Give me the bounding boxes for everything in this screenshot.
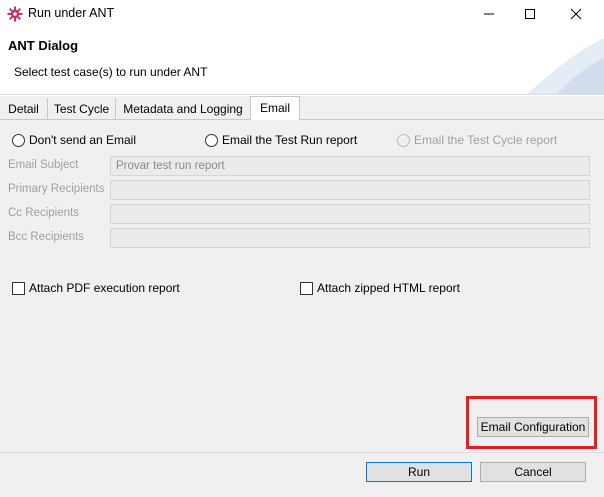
radio-label: Email the Test Cycle report xyxy=(414,133,558,147)
tab-test-cycle[interactable]: Test Cycle xyxy=(48,98,116,120)
dialog-header: ANT Dialog Select test case(s) to run un… xyxy=(0,28,604,95)
banner-decoration xyxy=(527,37,604,94)
tab-metadata-logging[interactable]: Metadata and Logging xyxy=(116,98,250,120)
radio-label: Don't send an Email xyxy=(29,133,137,147)
radio-button[interactable] xyxy=(12,133,25,147)
cc-recipients-label: Cc Recipients xyxy=(8,207,79,219)
run-button[interactable]: Run xyxy=(366,462,472,482)
attach-pdf-option[interactable]: Attach PDF execution report xyxy=(12,280,180,296)
tab-label: Email xyxy=(259,101,290,115)
minimize-button[interactable] xyxy=(466,0,512,28)
cc-recipients-field xyxy=(110,204,590,224)
window-title: Run under ANT xyxy=(28,6,115,20)
primary-recipients-field xyxy=(110,180,590,200)
title-bar: Run under ANT xyxy=(0,0,604,28)
radio-test-cycle-report: Email the Test Cycle report xyxy=(397,132,557,148)
maximize-button[interactable] xyxy=(507,0,553,28)
tab-detail[interactable]: Detail xyxy=(0,98,48,120)
tab-label: Test Cycle xyxy=(53,102,110,116)
attach-pdf-checkbox[interactable] xyxy=(12,281,25,295)
cancel-button[interactable]: Cancel xyxy=(480,462,586,482)
email-subject-field: Provar test run report xyxy=(110,156,590,176)
minimize-icon xyxy=(484,13,494,15)
gear-icon xyxy=(7,6,23,22)
bcc-recipients-field xyxy=(110,228,590,248)
close-icon xyxy=(570,8,582,20)
attach-html-label: Attach zipped HTML report xyxy=(317,281,460,295)
tab-label: Detail xyxy=(8,102,39,116)
radio-dont-send[interactable]: Don't send an Email xyxy=(12,132,136,148)
attach-html-option[interactable]: Attach zipped HTML report xyxy=(300,280,460,296)
email-subject-label: Email Subject xyxy=(8,159,79,171)
bcc-recipients-label: Bcc Recipients xyxy=(8,231,85,243)
radio-button xyxy=(397,133,410,147)
highlight-annotation xyxy=(466,396,597,449)
attach-pdf-label: Attach PDF execution report xyxy=(29,281,180,295)
radio-button[interactable] xyxy=(205,133,218,147)
dialog-title: ANT Dialog xyxy=(8,38,79,53)
tab-email[interactable]: Email xyxy=(250,96,300,121)
close-button[interactable] xyxy=(553,0,599,28)
attach-html-checkbox[interactable] xyxy=(300,281,313,295)
tab-bar: Detail Test Cycle Metadata and Logging xyxy=(0,96,604,120)
radio-label: Email the Test Run report xyxy=(222,133,358,147)
radio-test-run-report[interactable]: Email the Test Run report xyxy=(205,132,357,148)
dialog-message: Select test case(s) to run under ANT xyxy=(14,65,208,79)
maximize-icon xyxy=(525,9,535,19)
tab-label: Metadata and Logging xyxy=(123,102,243,116)
primary-recipients-label: Primary Recipients xyxy=(8,183,105,195)
dialog-footer: Run Cancel xyxy=(0,452,604,497)
